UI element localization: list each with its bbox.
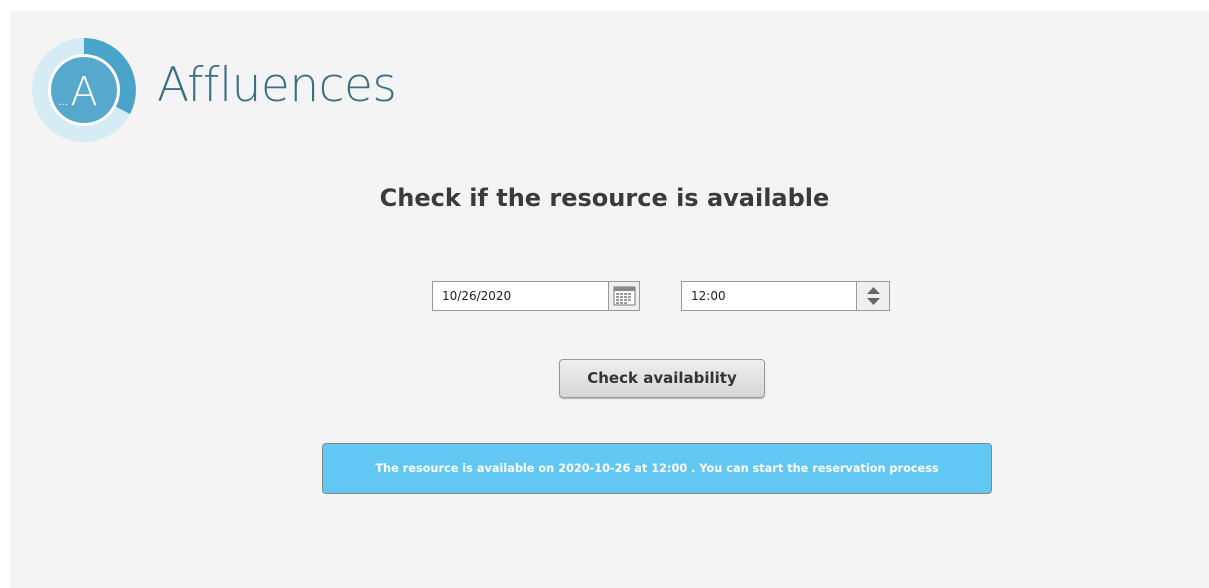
calendar-icon <box>613 286 636 306</box>
brand-name: Affluences <box>157 58 397 113</box>
page-title: Check if the resource is available <box>379 184 830 212</box>
time-input[interactable] <box>682 282 857 310</box>
calendar-button[interactable] <box>608 282 639 310</box>
availability-result-message: The resource is available on 2020-10-26 … <box>322 443 992 494</box>
spinner-arrows-icon <box>867 287 880 305</box>
check-availability-button[interactable]: Check availability <box>559 359 765 398</box>
time-picker <box>681 281 890 311</box>
logo-dots: ... <box>58 97 68 108</box>
affluences-logo-icon: A ... <box>32 38 136 142</box>
time-spinner-button[interactable] <box>856 282 889 310</box>
date-picker <box>432 281 640 311</box>
logo-letter: A <box>70 69 97 115</box>
date-input[interactable] <box>433 282 609 310</box>
